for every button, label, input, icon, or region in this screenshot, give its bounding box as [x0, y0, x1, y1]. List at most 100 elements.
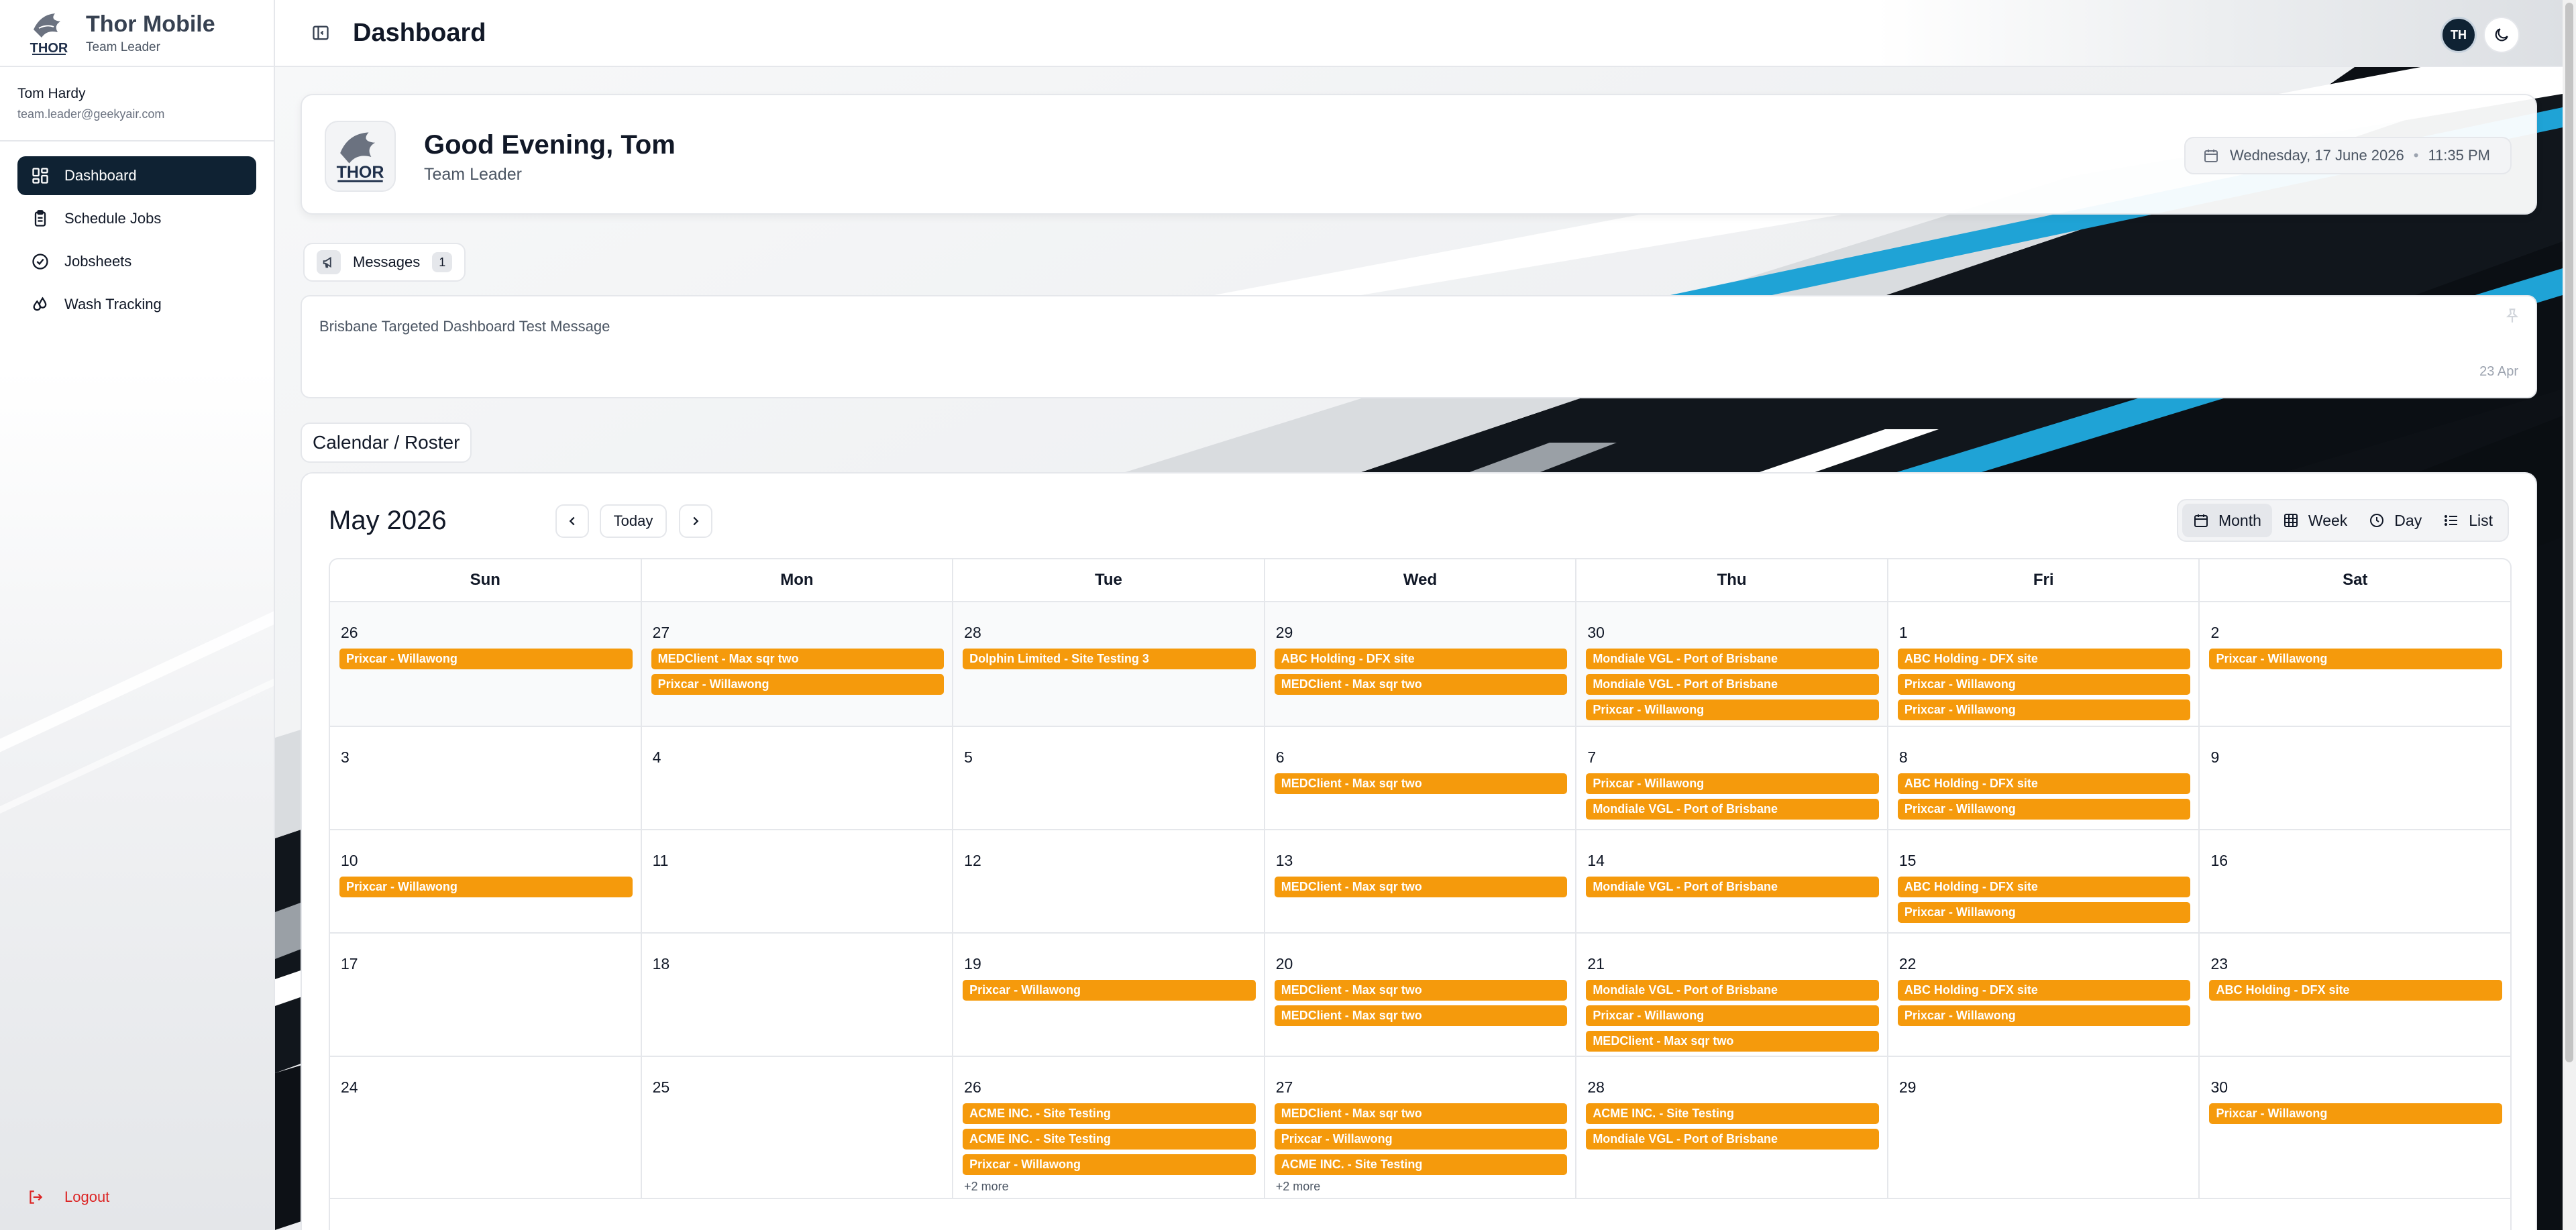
more-events-link[interactable]: +2 more: [1275, 1180, 1568, 1194]
calendar-event[interactable]: Mondiale VGL - Port of Brisbane: [1586, 799, 1879, 820]
calendar-event[interactable]: MEDClient - Max sqr two: [1274, 1005, 1568, 1026]
calendar-event[interactable]: MEDClient - Max sqr two: [1274, 877, 1568, 897]
calendar-day-cell[interactable]: 1 ABC Holding - DFX site Prixcar - Willawo…: [1888, 602, 2200, 726]
theme-toggle-button[interactable]: [2483, 17, 2520, 53]
calendar-event[interactable]: Prixcar - Willawong: [1274, 1129, 1568, 1150]
calendar-event[interactable]: MEDClient - Max sqr two: [1274, 773, 1568, 794]
scrollbar-thumb[interactable]: [2565, 3, 2573, 1062]
calendar-event[interactable]: MEDClient - Max sqr two: [1274, 1103, 1568, 1124]
calendar-day-cell[interactable]: 28 ACME INC. - Site Testing Mondiale VGL -…: [1576, 1057, 1888, 1198]
calendar-day-cell[interactable]: 30 Prixcar - Willawong: [2200, 1057, 2510, 1198]
calendar-event[interactable]: Prixcar - Willawong: [1897, 902, 2191, 923]
calendar-event[interactable]: Prixcar - Willawong: [339, 649, 633, 669]
sidebar-item-schedule-jobs[interactable]: Schedule Jobs: [17, 199, 256, 238]
calendar-day-cell[interactable]: 10 Prixcar - Willawong: [330, 830, 642, 932]
calendar-day-cell[interactable]: 7 Prixcar - Willawong Mondiale VGL - Port …: [1576, 727, 1888, 829]
calendar-day-cell[interactable]: 22 ABC Holding - DFX site Prixcar - Willaw…: [1888, 934, 2200, 1056]
view-day-button[interactable]: Day: [2358, 504, 2432, 537]
calendar-event[interactable]: Mondiale VGL - Port of Brisbane: [1586, 1129, 1879, 1150]
avatar[interactable]: TH: [2440, 17, 2477, 53]
logout-button[interactable]: Logout: [27, 1188, 109, 1206]
calendar-day-cell[interactable]: 16: [2200, 830, 2510, 932]
view-list-button[interactable]: List: [2432, 504, 2504, 537]
calendar-day-cell[interactable]: 5: [953, 727, 1265, 829]
calendar-event[interactable]: Prixcar - Willawong: [2209, 1103, 2503, 1124]
calendar-event[interactable]: ABC Holding - DFX site: [1897, 877, 2191, 897]
calendar-event[interactable]: ABC Holding - DFX site: [1897, 773, 2191, 794]
calendar-day-cell[interactable]: 23 ABC Holding - DFX site: [2200, 934, 2510, 1056]
calendar-day-cell[interactable]: 29: [1888, 1057, 2200, 1198]
calendar-event[interactable]: Prixcar - Willawong: [2209, 649, 2503, 669]
calendar-event[interactable]: ABC Holding - DFX site: [1897, 980, 2191, 1001]
calendar-event[interactable]: Prixcar - Willawong: [963, 1154, 1256, 1175]
calendar-day-cell[interactable]: 3: [330, 727, 642, 829]
brand[interactable]: THOR Thor Mobile Team Leader: [0, 0, 274, 67]
calendar-day-cell[interactable]: 9: [2200, 727, 2510, 829]
sidebar-toggle-icon[interactable]: [311, 23, 330, 42]
sidebar-item-wash-tracking[interactable]: Wash Tracking: [17, 285, 256, 324]
calendar-day-cell[interactable]: 13 MEDClient - Max sqr two: [1265, 830, 1577, 932]
calendar-event[interactable]: ABC Holding - DFX site: [1274, 649, 1568, 669]
calendar-event[interactable]: MEDClient - Max sqr two: [1274, 980, 1568, 1001]
calendar-day-cell[interactable]: 28 Dolphin Limited - Site Testing 3: [953, 602, 1265, 726]
calendar-event[interactable]: Prixcar - Willawong: [1897, 674, 2191, 695]
calendar-day-cell[interactable]: 8 ABC Holding - DFX site Prixcar - Willawo…: [1888, 727, 2200, 829]
calendar-event[interactable]: Dolphin Limited - Site Testing 3: [963, 649, 1256, 669]
calendar-day-cell[interactable]: 25: [642, 1057, 954, 1198]
calendar-day-cell[interactable]: 6 MEDClient - Max sqr two: [1265, 727, 1577, 829]
message-item[interactable]: Brisbane Targeted Dashboard Test Message…: [301, 295, 2537, 398]
calendar-event[interactable]: ACME INC. - Site Testing: [963, 1129, 1256, 1150]
more-events-link[interactable]: +2 more: [963, 1180, 1256, 1194]
today-button[interactable]: Today: [600, 504, 667, 538]
calendar-event[interactable]: Prixcar - Willawong: [651, 674, 945, 695]
calendar-day-cell[interactable]: 2 Prixcar - Willawong: [2200, 602, 2510, 726]
calendar-day-cell[interactable]: 24: [330, 1057, 642, 1198]
calendar-event[interactable]: Prixcar - Willawong: [1586, 1005, 1879, 1026]
prev-month-button[interactable]: [555, 504, 589, 538]
calendar-day-cell[interactable]: 14 Mondiale VGL - Port of Brisbane: [1576, 830, 1888, 932]
calendar-day-cell[interactable]: 18: [642, 934, 954, 1056]
calendar-event[interactable]: MEDClient - Max sqr two: [1586, 1031, 1879, 1052]
sidebar-item-jobsheets[interactable]: Jobsheets: [17, 242, 256, 281]
calendar-day-cell[interactable]: 11: [642, 830, 954, 932]
calendar-event[interactable]: Mondiale VGL - Port of Brisbane: [1586, 877, 1879, 897]
calendar-day-cell[interactable]: 4: [642, 727, 954, 829]
calendar-event[interactable]: ACME INC. - Site Testing: [1586, 1103, 1879, 1124]
calendar-event[interactable]: Prixcar - Willawong: [1586, 700, 1879, 720]
calendar-day-cell[interactable]: 27 MEDClient - Max sqr two Prixcar - Willa…: [641, 602, 954, 726]
calendar-day-cell[interactable]: 30 Mondiale VGL - Port of Brisbane Mondial…: [1576, 602, 1888, 726]
calendar-event[interactable]: Prixcar - Willawong: [1586, 773, 1879, 794]
calendar-day-cell[interactable]: 15 ABC Holding - DFX site Prixcar - Willaw…: [1888, 830, 2200, 932]
calendar-day-cell[interactable]: 17: [330, 934, 642, 1056]
calendar-event[interactable]: Prixcar - Willawong: [963, 980, 1256, 1001]
calendar-day-cell[interactable]: 20 MEDClient - Max sqr two MEDClient - Max…: [1265, 934, 1577, 1056]
scrollbar[interactable]: [2563, 0, 2576, 1230]
calendar-event[interactable]: Mondiale VGL - Port of Brisbane: [1586, 674, 1879, 695]
calendar-day-cell[interactable]: 26 Prixcar - Willawong: [330, 602, 642, 726]
calendar-event[interactable]: Prixcar - Willawong: [1897, 1005, 2191, 1026]
pin-icon[interactable]: [2504, 307, 2521, 325]
calendar-event[interactable]: ABC Holding - DFX site: [1897, 649, 2191, 669]
calendar-event[interactable]: MEDClient - Max sqr two: [1274, 674, 1568, 695]
messages-tab[interactable]: Messages 1: [303, 243, 466, 282]
calendar-day-cell[interactable]: 21 Mondiale VGL - Port of Brisbane Prixcar…: [1576, 934, 1888, 1056]
day-number: 30: [1587, 624, 1605, 641]
calendar-day-cell[interactable]: 12: [953, 830, 1265, 932]
view-month-button[interactable]: Month: [2182, 504, 2272, 537]
next-month-button[interactable]: [679, 504, 712, 538]
calendar-day-cell[interactable]: 29 ABC Holding - DFX site MEDClient - Max …: [1265, 602, 1577, 726]
calendar-event[interactable]: Mondiale VGL - Port of Brisbane: [1586, 980, 1879, 1001]
view-week-button[interactable]: Week: [2272, 504, 2358, 537]
calendar-event[interactable]: ABC Holding - DFX site: [2209, 980, 2503, 1001]
calendar-event[interactable]: ACME INC. - Site Testing: [1274, 1154, 1568, 1175]
calendar-event[interactable]: Prixcar - Willawong: [339, 877, 633, 897]
calendar-event[interactable]: Prixcar - Willawong: [1897, 799, 2191, 820]
calendar-day-cell[interactable]: 27 MEDClient - Max sqr two Prixcar - Willa…: [1265, 1057, 1577, 1198]
calendar-event[interactable]: MEDClient - Max sqr two: [651, 649, 945, 669]
calendar-day-cell[interactable]: 26 ACME INC. - Site Testing ACME INC. - Si…: [953, 1057, 1265, 1198]
calendar-event[interactable]: Mondiale VGL - Port of Brisbane: [1586, 649, 1879, 669]
calendar-day-cell[interactable]: 19 Prixcar - Willawong: [953, 934, 1265, 1056]
calendar-event[interactable]: Prixcar - Willawong: [1897, 700, 2191, 720]
sidebar-item-dashboard[interactable]: Dashboard: [17, 156, 256, 195]
calendar-event[interactable]: ACME INC. - Site Testing: [963, 1103, 1256, 1124]
